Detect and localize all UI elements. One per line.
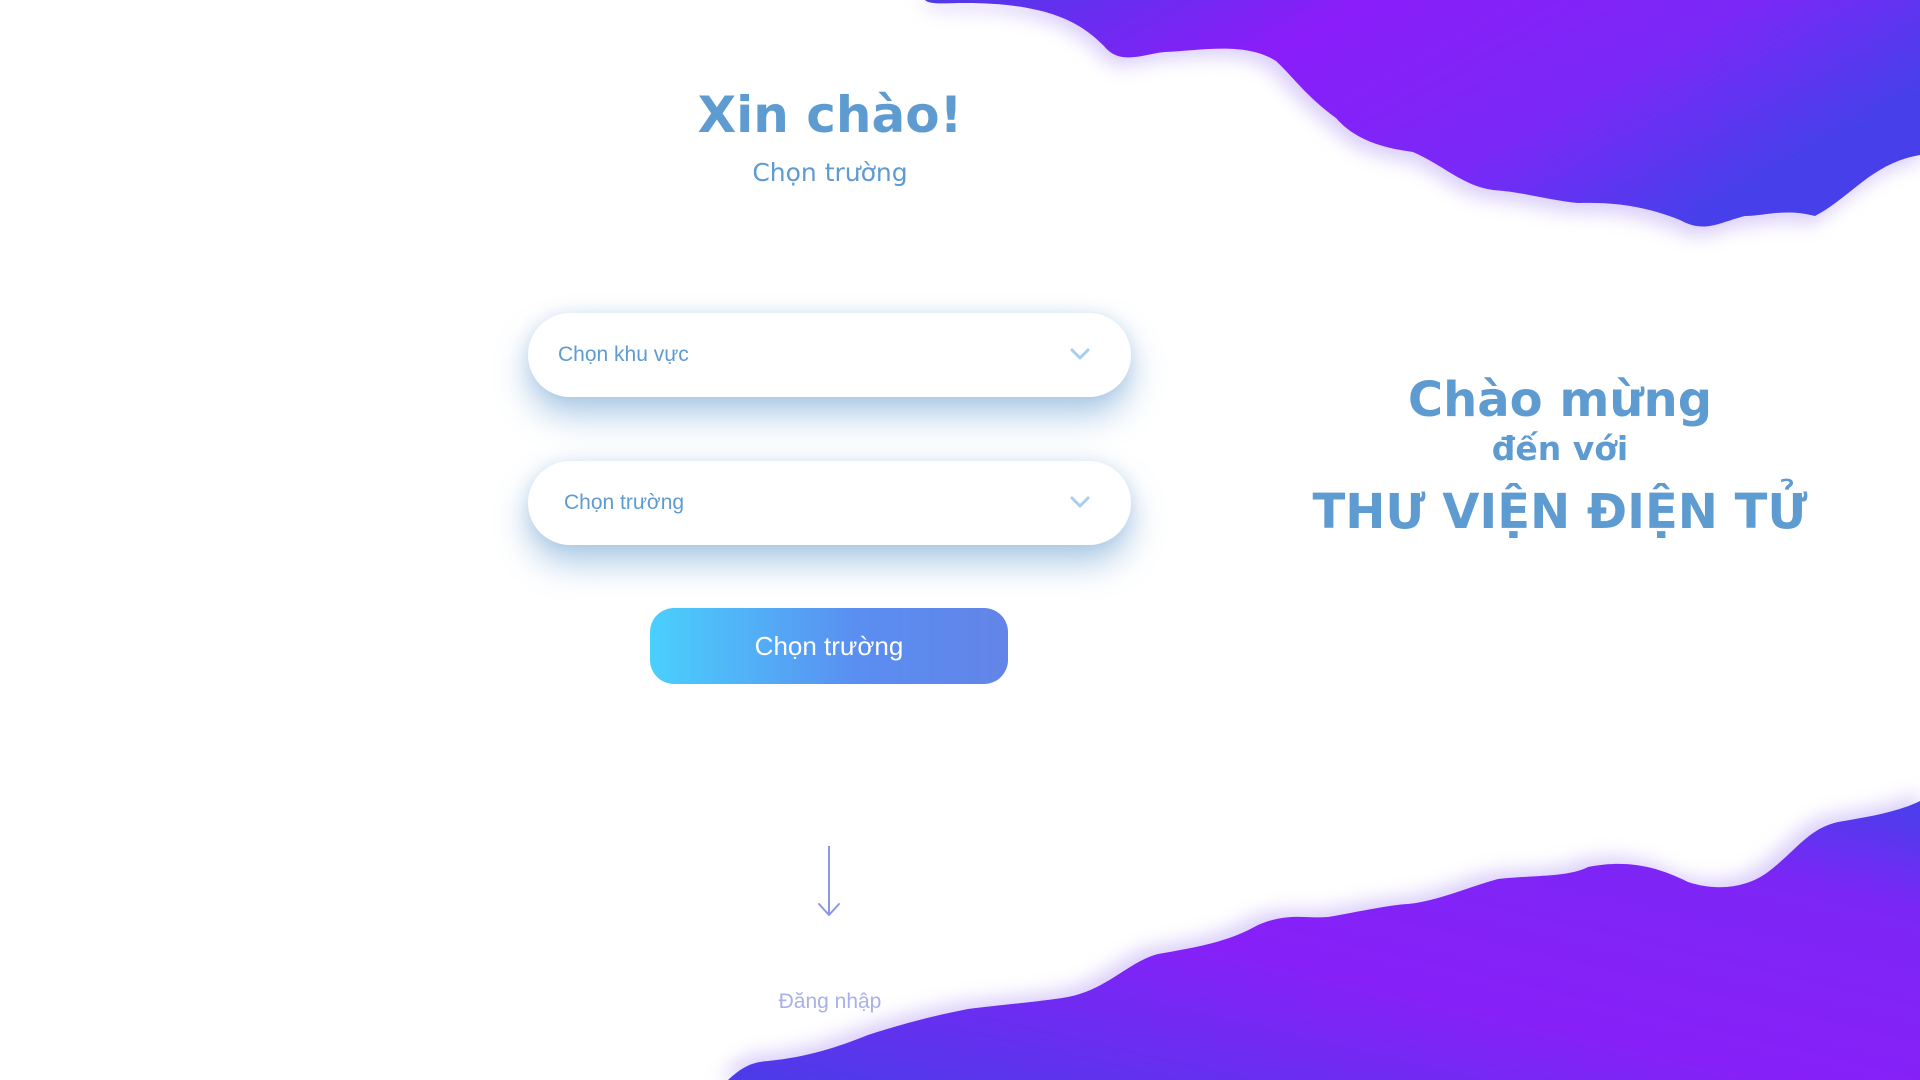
login-panel: Xin chào! Chọn trường Chọn khu vực Chọn … (0, 0, 1200, 1080)
region-select-label: Chọn khu vực (558, 343, 689, 366)
login-link[interactable]: Đăng nhập (730, 990, 930, 1014)
library-name: THƯ VIỆN ĐIỆN TỬ (1312, 484, 1808, 540)
chevron-down-icon (1070, 348, 1090, 360)
select-school-button[interactable]: Chọn trường (650, 608, 1008, 684)
page-title: Xin chào! (697, 86, 963, 144)
welcome-message: Chào mừng đến với THƯ VIỆN ĐIỆN TỬ (1270, 370, 1850, 548)
chevron-down-icon (1070, 496, 1090, 508)
page: Xin chào! Chọn trường Chọn khu vực Chọn … (0, 0, 1920, 1080)
school-select-label: Chọn trường (564, 491, 685, 514)
welcome-subheading: đến với (1491, 429, 1629, 468)
arrow-down-icon (818, 846, 840, 916)
region-select[interactable]: Chọn khu vực (528, 313, 1131, 397)
school-select[interactable]: Chọn trường (528, 461, 1131, 545)
page-subtitle: Chọn trường (752, 158, 908, 187)
welcome-heading: Chào mừng (1407, 372, 1713, 428)
